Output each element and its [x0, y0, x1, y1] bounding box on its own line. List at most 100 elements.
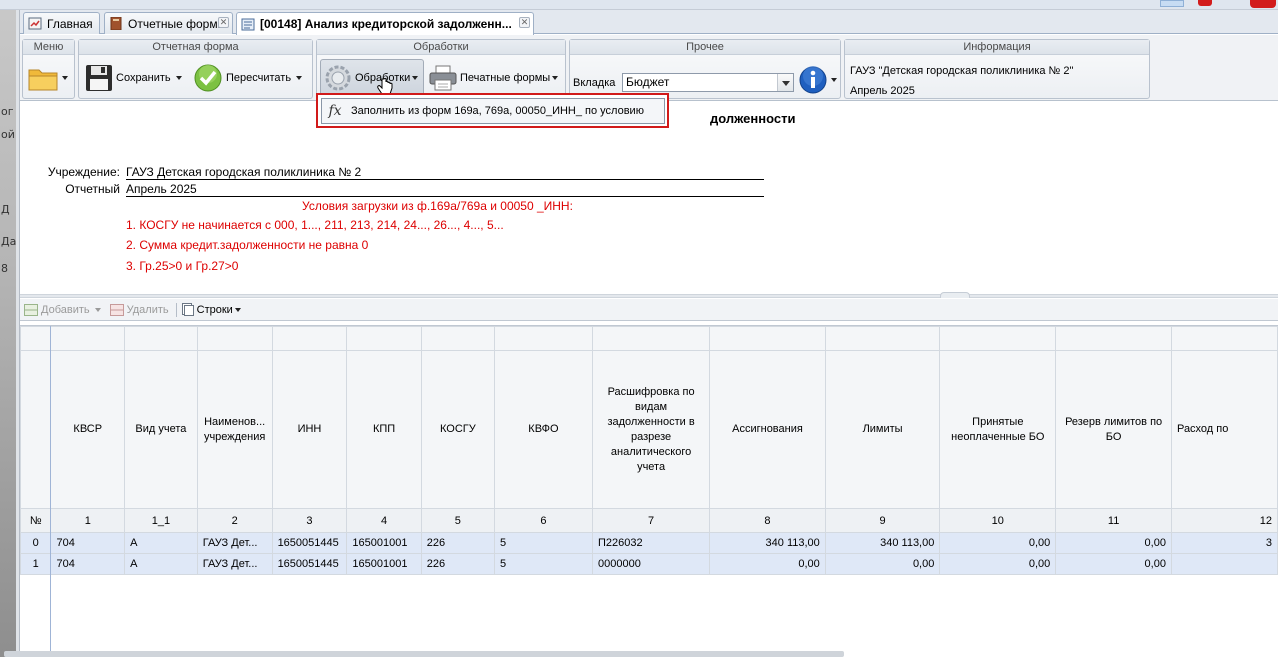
table-cell[interactable]: 3: [1170, 532, 1278, 554]
condition-item: 2. Сумма кредит.задолженности не равна 0: [126, 238, 369, 252]
tab-home[interactable]: Главная: [23, 12, 100, 34]
column-number: 7: [591, 508, 711, 533]
table-cell[interactable]: 0,00: [939, 532, 1057, 554]
book-icon: [110, 17, 122, 30]
add-row-icon: [24, 303, 38, 316]
column-header[interactable]: КПП: [346, 350, 422, 509]
ribbon-group-menu: Меню: [22, 39, 75, 99]
column-header[interactable]: КВСР: [50, 350, 126, 509]
panel-splitter[interactable]: [20, 292, 1278, 298]
table-cell[interactable]: ГАУЗ Дет...: [196, 553, 273, 575]
table-row[interactable]: 1 704 А ГАУЗ Дет... 1650051445 165001001…: [20, 553, 1278, 575]
grid-toolbar: Добавить Удалить Строки: [20, 299, 1278, 321]
table-cell[interactable]: 340 113,00: [709, 532, 826, 554]
group-title: Меню: [23, 40, 74, 55]
table-cell[interactable]: А: [124, 532, 198, 554]
table-row[interactable]: 0 704 А ГАУЗ Дет... 1650051445 165001001…: [20, 532, 1278, 554]
table-cell[interactable]: 704: [50, 553, 126, 575]
save-button[interactable]: Сохранить: [85, 60, 182, 96]
table-cell[interactable]: А: [124, 553, 198, 575]
processing-button[interactable]: Обработки: [320, 59, 424, 97]
column-number: 4: [346, 508, 422, 533]
column-header[interactable]: КВФО: [493, 350, 593, 509]
column-number: №: [20, 508, 52, 533]
table-cell[interactable]: 0,00: [824, 553, 941, 575]
printer-icon: [429, 65, 457, 91]
column-header[interactable]: Расход по: [1170, 350, 1278, 509]
column-header[interactable]: Вид учета: [124, 350, 198, 509]
table-cell[interactable]: 165001001: [346, 532, 422, 554]
row-number-cell[interactable]: 0: [20, 532, 52, 554]
table-cell[interactable]: 0,00: [709, 553, 826, 575]
column-header[interactable]: Принятые неоплаченные БО: [939, 350, 1057, 509]
splitter-handle[interactable]: [940, 292, 970, 298]
print-forms-button[interactable]: Печатные формы: [429, 60, 559, 96]
table-cell[interactable]: 226: [420, 553, 495, 575]
ribbon-group-processing: Обработки Обработки Печатные формы: [316, 39, 566, 99]
table-cell[interactable]: 1650051445: [271, 532, 348, 554]
column-header[interactable]: Резерв лимитов по БО: [1055, 350, 1172, 509]
column-header[interactable]: Ассигнования: [709, 350, 826, 509]
report-form-header: долженности Учреждение: ГАУЗ Детская гор…: [20, 102, 1278, 294]
column-header[interactable]: Расшифровка по видам задолженности в раз…: [591, 350, 711, 509]
group-title: Информация: [845, 40, 1149, 55]
table-cell[interactable]: 0,00: [1055, 553, 1172, 575]
table-cell[interactable]: [1170, 553, 1278, 575]
table-cell[interactable]: ГАУЗ Дет...: [196, 532, 273, 554]
rows-icon: [181, 303, 194, 316]
table-cell[interactable]: 704: [50, 532, 126, 554]
menu-button[interactable]: [28, 60, 68, 96]
save-label: Сохранить: [116, 72, 171, 84]
close-icon[interactable]: ✕: [218, 17, 229, 28]
tab-report-forms[interactable]: Отчетные формы ✕: [104, 12, 233, 34]
column-number: 2: [196, 508, 273, 533]
data-grid: КВСР Вид учета Наименов... учреждения ИН…: [20, 325, 1278, 651]
delete-row-label: Удалить: [126, 303, 169, 316]
column-header[interactable]: КОСГУ: [420, 350, 495, 509]
desktop-text: ог: [1, 105, 14, 118]
toolbar-button[interactable]: [1160, 0, 1184, 7]
column-header[interactable]: [20, 350, 52, 509]
column-header[interactable]: ИНН: [271, 350, 348, 509]
fill-from-forms-menu-item[interactable]: fx Заполнить из форм 169а, 769а, 00050_И…: [321, 98, 665, 124]
table-cell[interactable]: 226: [420, 532, 495, 554]
tab-selector-dropdown[interactable]: Бюджет: [622, 73, 794, 92]
table-cell[interactable]: 0,00: [939, 553, 1057, 575]
close-app-button[interactable]: [1250, 0, 1276, 8]
rows-menu-button[interactable]: Строки: [181, 303, 241, 316]
close-icon[interactable]: ✕: [519, 17, 530, 28]
column-header[interactable]: Наименов... учреждения: [196, 350, 273, 509]
table-cell[interactable]: 0,00: [1055, 532, 1172, 554]
period-label: Отчетный: [65, 182, 120, 196]
table-cell[interactable]: 1650051445: [271, 553, 348, 575]
table-cell[interactable]: 340 113,00: [824, 532, 941, 554]
horizontal-scrollbar[interactable]: [4, 651, 844, 657]
recalculate-button[interactable]: Пересчитать: [193, 60, 303, 96]
table-cell[interactable]: 0000000: [591, 553, 711, 575]
delete-row-button[interactable]: Удалить: [109, 303, 169, 316]
table-cell[interactable]: 5: [493, 553, 593, 575]
tab-analysis-form[interactable]: [00148] Анализ кредиторской задолженн...…: [236, 12, 534, 35]
info-icon: [799, 66, 827, 94]
row-number-cell[interactable]: 1: [20, 553, 52, 575]
tab-label: Отчетные формы: [128, 16, 227, 31]
grid-column-numbers-row: № 1 1_1 2 3 4 5 6 7 8 9 10 11 12: [20, 508, 1278, 533]
info-period: Апрель 2025: [850, 85, 915, 97]
column-header[interactable]: Лимиты: [824, 350, 941, 509]
table-cell[interactable]: П226032: [591, 532, 711, 554]
toolbar-red-button[interactable]: [1198, 0, 1212, 6]
desktop-text: Д: [1, 203, 10, 216]
gear-icon: [325, 65, 351, 91]
desktop-background: ог ой Д Да 8: [0, 0, 16, 657]
table-cell[interactable]: 165001001: [346, 553, 422, 575]
info-button[interactable]: [798, 62, 837, 98]
add-row-label: Добавить: [41, 303, 90, 316]
home-icon: [28, 17, 42, 30]
ribbon-group-report: Отчетная форма Сохранить Пересчитать: [78, 39, 313, 99]
table-cell[interactable]: 5: [493, 532, 593, 554]
checkmark-icon: [194, 64, 222, 92]
add-row-button[interactable]: Добавить: [24, 303, 101, 316]
ribbon-group-info: Информация ГАУЗ "Детская городская полик…: [844, 39, 1150, 99]
chevron-down-icon[interactable]: [777, 74, 793, 91]
column-number: 10: [939, 508, 1057, 533]
